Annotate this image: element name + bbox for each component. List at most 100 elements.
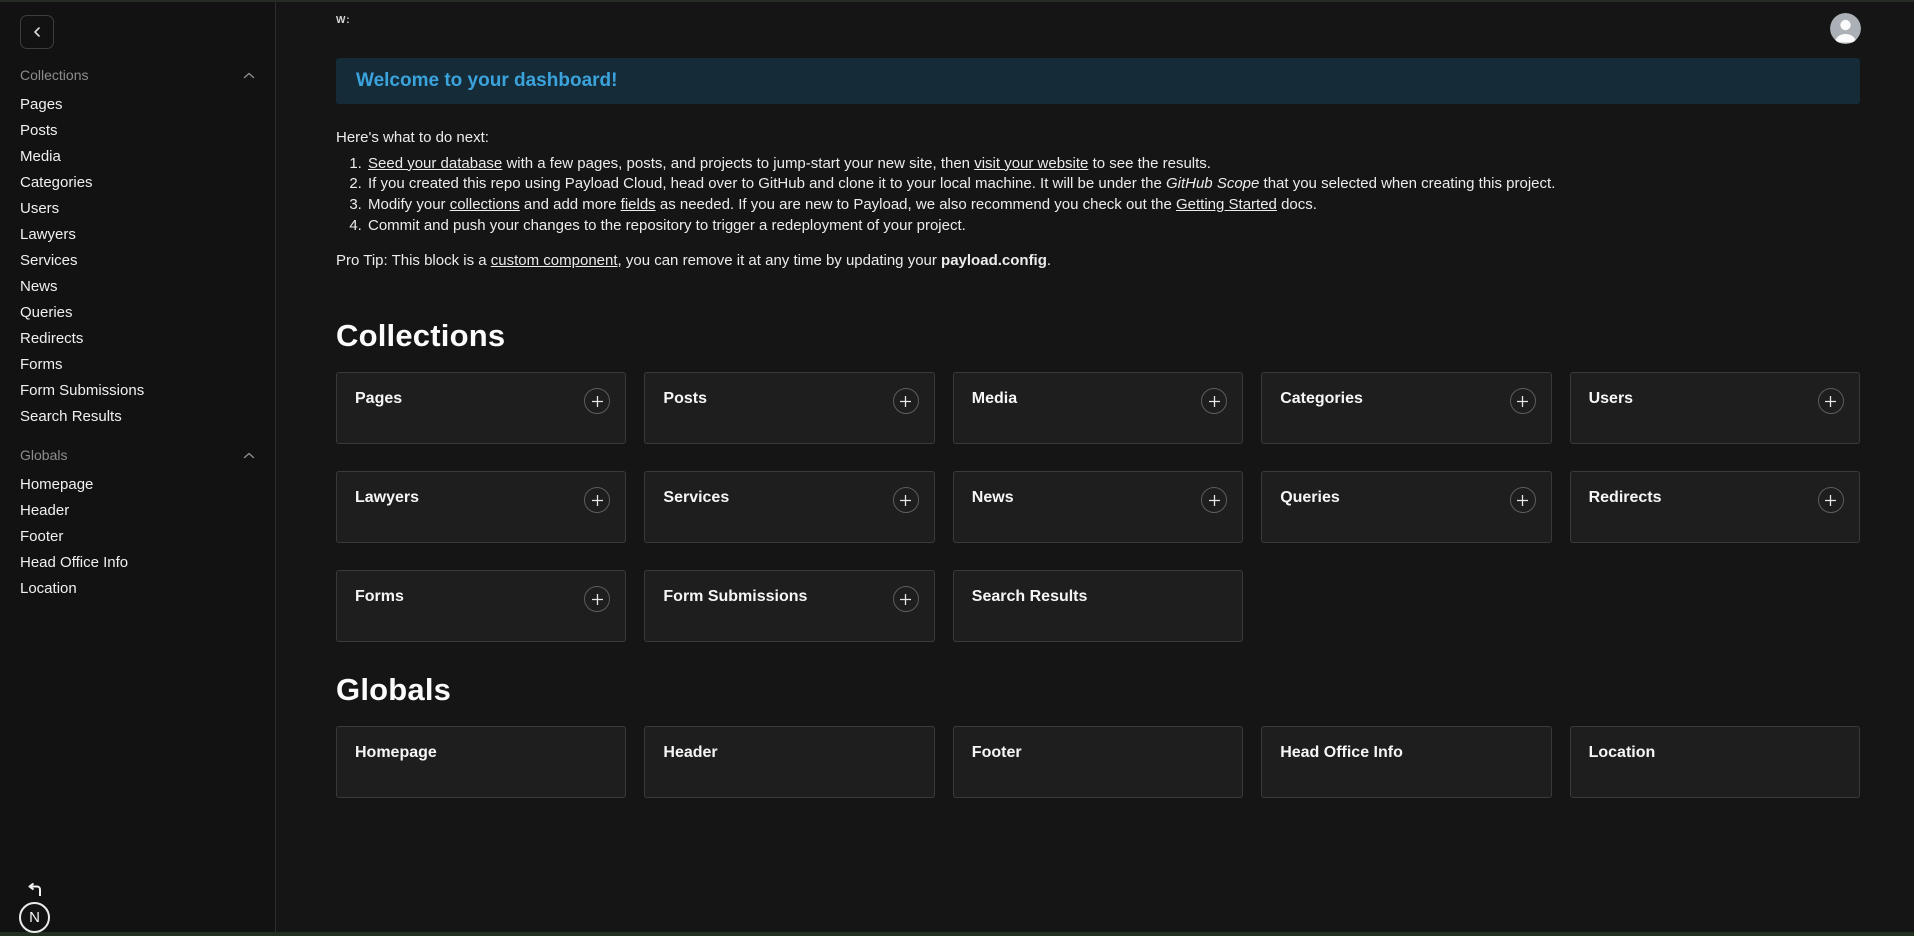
card-categories[interactable]: Categories	[1261, 372, 1551, 444]
sidebar-item-lawyers[interactable]: Lawyers	[0, 221, 275, 247]
create-new-button[interactable]	[584, 487, 610, 513]
sidebar-section-header-globals[interactable]: Globals	[20, 447, 255, 463]
plus-icon	[591, 494, 604, 507]
dashboard-content: Welcome to your dashboard! Here's what t…	[276, 0, 1914, 798]
avatar-initial: N	[29, 909, 40, 926]
sidebar-item-footer[interactable]: Footer	[0, 523, 275, 549]
sidebar-item-users[interactable]: Users	[0, 195, 275, 221]
app-root: CollectionsPagesPostsMediaCategoriesUser…	[0, 0, 1914, 936]
main-area: W: Welcome to your dashboard! Here's wha…	[276, 0, 1914, 936]
card-forms[interactable]: Forms	[336, 570, 626, 642]
sidebar-item-pages[interactable]: Pages	[0, 91, 275, 117]
sidebar-section-header-collections[interactable]: Collections	[20, 67, 255, 83]
text-segment: .	[1047, 252, 1051, 269]
sidebar-item-categories[interactable]: Categories	[0, 169, 275, 195]
log-out-arrow-icon[interactable]	[24, 883, 45, 903]
sidebar-collapse-button[interactable]	[20, 15, 54, 49]
card-title: Head Office Info	[1280, 744, 1532, 762]
card-header[interactable]: Header	[644, 726, 934, 798]
card-title: Lawyers	[355, 489, 607, 507]
card-location[interactable]: Location	[1570, 726, 1860, 798]
card-sections: Collections Pages Posts Media Categories User…	[336, 318, 1860, 798]
bottom-edge-strip	[0, 932, 1914, 936]
sidebar-item-media[interactable]: Media	[0, 143, 275, 169]
create-new-button[interactable]	[1201, 388, 1227, 414]
sidebar-item-homepage[interactable]: Homepage	[0, 471, 275, 497]
card-search-results[interactable]: Search Results	[953, 570, 1243, 642]
chevron-left-icon	[32, 26, 42, 38]
sidebar-item-forms[interactable]: Forms	[0, 351, 275, 377]
card-pages[interactable]: Pages	[336, 372, 626, 444]
text-segment: , you can remove it at any time by updat…	[618, 252, 942, 269]
card-lawyers[interactable]: Lawyers	[336, 471, 626, 543]
card-homepage[interactable]: Homepage	[336, 726, 626, 798]
inline-link[interactable]: custom component	[491, 252, 618, 269]
card-title: Media	[972, 390, 1224, 408]
sidebar-item-form-submissions[interactable]: Form Submissions	[0, 377, 275, 403]
create-new-button[interactable]	[1510, 388, 1536, 414]
card-posts[interactable]: Posts	[644, 372, 934, 444]
card-title: Pages	[355, 390, 607, 408]
create-new-button[interactable]	[893, 487, 919, 513]
text-segment: with a few pages, posts, and projects to…	[502, 155, 974, 172]
sidebar-item-location[interactable]: Location	[0, 575, 275, 601]
create-new-button[interactable]	[893, 586, 919, 612]
sidebar-item-head-office-info[interactable]: Head Office Info	[0, 549, 275, 575]
create-new-button[interactable]	[1818, 487, 1844, 513]
plus-icon	[899, 494, 912, 507]
sidebar-item-header[interactable]: Header	[0, 497, 275, 523]
card-title: Footer	[972, 744, 1224, 762]
sidebar-item-redirects[interactable]: Redirects	[0, 325, 275, 351]
plus-icon	[591, 395, 604, 408]
top-edge-strip	[0, 0, 1914, 2]
sidebar-section-label: Globals	[20, 447, 67, 463]
card-footer[interactable]: Footer	[953, 726, 1243, 798]
inline-link[interactable]: collections	[450, 196, 520, 213]
text-segment: Pro Tip: This block is a	[336, 252, 491, 269]
card-form-submissions[interactable]: Form Submissions	[644, 570, 934, 642]
create-new-button[interactable]	[1201, 487, 1227, 513]
card-redirects[interactable]: Redirects	[1570, 471, 1860, 543]
inline-link[interactable]: visit your website	[974, 155, 1088, 172]
user-initial-avatar[interactable]: N	[19, 902, 50, 933]
chevron-up-icon	[243, 452, 255, 459]
create-new-button[interactable]	[893, 388, 919, 414]
card-news[interactable]: News	[953, 471, 1243, 543]
card-head-office-info[interactable]: Head Office Info	[1261, 726, 1551, 798]
sidebar-item-search-results[interactable]: Search Results	[0, 403, 275, 429]
sidebar: Collections PagesPostsMediaCategoriesUser…	[0, 0, 276, 936]
plus-icon	[899, 593, 912, 606]
welcome-banner: Welcome to your dashboard!	[336, 58, 1860, 104]
card-media[interactable]: Media	[953, 372, 1243, 444]
inline-link[interactable]: Seed your database	[368, 155, 502, 172]
card-title: Services	[663, 489, 915, 507]
section-title-globals: Globals	[336, 672, 1860, 708]
text-segment: If you created this repo using Payload C…	[368, 175, 1166, 192]
account-avatar[interactable]	[1830, 13, 1861, 44]
sidebar-item-posts[interactable]: Posts	[0, 117, 275, 143]
card-title: Users	[1589, 390, 1841, 408]
sidebar-item-services[interactable]: Services	[0, 247, 275, 273]
card-title: Queries	[1280, 489, 1532, 507]
welcome-banner-text: Welcome to your dashboard!	[356, 70, 617, 91]
card-users[interactable]: Users	[1570, 372, 1860, 444]
sidebar-item-news[interactable]: News	[0, 273, 275, 299]
create-new-button[interactable]	[1510, 487, 1536, 513]
sidebar-nav-items: HomepageHeaderFooterHead Office InfoLoca…	[0, 471, 275, 601]
card-title: Homepage	[355, 744, 607, 762]
create-new-button[interactable]	[584, 388, 610, 414]
intro-step: If you created this repo using Payload C…	[366, 174, 1860, 195]
card-queries[interactable]: Queries	[1261, 471, 1551, 543]
inline-link[interactable]: Getting Started	[1176, 196, 1277, 213]
card-title: Categories	[1280, 390, 1532, 408]
section-title-collections: Collections	[336, 318, 1860, 354]
card-title: Location	[1589, 744, 1841, 762]
sidebar-item-queries[interactable]: Queries	[0, 299, 275, 325]
collections-card-grid: Pages Posts Media Categories Users Lawyers Ser…	[336, 372, 1860, 642]
create-new-button[interactable]	[1818, 388, 1844, 414]
card-services[interactable]: Services	[644, 471, 934, 543]
globals-card-grid: Homepage Header Footer Head Office Info Loca…	[336, 726, 1860, 798]
card-title: Redirects	[1589, 489, 1841, 507]
inline-link[interactable]: fields	[621, 196, 656, 213]
create-new-button[interactable]	[584, 586, 610, 612]
